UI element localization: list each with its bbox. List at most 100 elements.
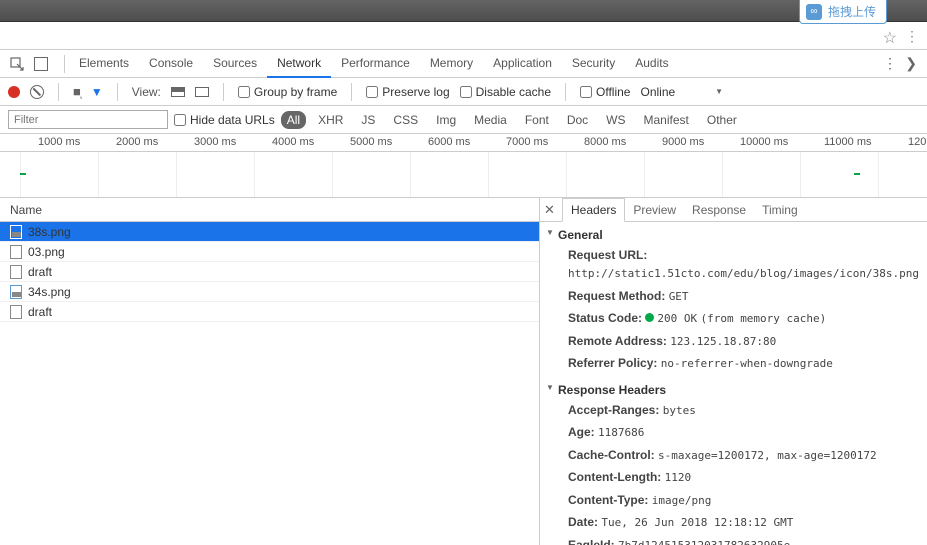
browser-menu-icon[interactable]: ⋮ <box>905 28 919 45</box>
tab-audits[interactable]: Audits <box>625 50 678 78</box>
detail-tab-response[interactable]: Response <box>684 199 754 221</box>
filter-row: Hide data URLs All XHR JS CSS Img Media … <box>0 106 927 134</box>
timeline-ruler[interactable]: 1000 ms 2000 ms 3000 ms 4000 ms 5000 ms … <box>0 134 927 152</box>
upload-badge[interactable]: ∞ 拖拽上传 <box>799 0 887 24</box>
hide-data-urls-checkbox[interactable]: Hide data URLs <box>174 113 275 127</box>
filter-ws[interactable]: WS <box>600 111 631 129</box>
general-section[interactable]: General <box>540 226 927 244</box>
preserve-log-checkbox[interactable]: Preserve log <box>366 85 449 99</box>
separator <box>565 83 566 101</box>
inspect-icon[interactable] <box>8 55 26 73</box>
upload-badge-text: 拖拽上传 <box>828 3 876 20</box>
detail-tab-timing[interactable]: Timing <box>754 199 806 221</box>
address-bar-area <box>0 22 927 50</box>
throttling-select[interactable]: Online <box>640 85 675 99</box>
tab-network[interactable]: Network <box>267 50 331 78</box>
filter-manifest[interactable]: Manifest <box>638 111 695 129</box>
tick: 9000 ms <box>662 136 704 148</box>
filter-input[interactable] <box>8 110 168 129</box>
response-header-item: Age: 1187686 <box>540 421 927 444</box>
filter-doc[interactable]: Doc <box>561 111 594 129</box>
filter-css[interactable]: CSS <box>387 111 424 129</box>
filter-icon[interactable]: ▼ <box>91 85 103 99</box>
file-icon <box>10 265 22 279</box>
tick: 5000 ms <box>350 136 392 148</box>
devtools-tabs: Elements Console Sources Network Perform… <box>0 50 927 78</box>
bookmark-star-icon[interactable]: ☆ <box>883 28 897 48</box>
filter-other[interactable]: Other <box>701 111 743 129</box>
tab-performance[interactable]: Performance <box>331 50 420 78</box>
browser-chrome <box>0 0 927 22</box>
clear-button[interactable] <box>30 85 44 99</box>
more-tabs-icon[interactable]: ❯ <box>905 55 917 72</box>
tick: 1000 ms <box>38 136 80 148</box>
separator <box>351 83 352 101</box>
detail-pane: ✕ Headers Preview Response Timing Genera… <box>540 198 927 545</box>
filter-img[interactable]: Img <box>430 111 462 129</box>
response-header-item: Accept-Ranges: bytes <box>540 399 927 422</box>
file-icon <box>10 225 22 239</box>
tab-sources[interactable]: Sources <box>203 50 267 78</box>
cloud-icon: ∞ <box>806 4 822 20</box>
view-label: View: <box>132 85 161 99</box>
group-by-frame-checkbox[interactable]: Group by frame <box>238 85 337 99</box>
headers-content: General Request URL: http://static1.51ct… <box>540 222 927 545</box>
separator <box>223 83 224 101</box>
response-header-item: Content-Type: image/png <box>540 489 927 512</box>
response-headers-section[interactable]: Response Headers <box>540 381 927 399</box>
tick: 10000 ms <box>740 136 788 148</box>
tab-console[interactable]: Console <box>139 50 203 78</box>
tick: 3000 ms <box>194 136 236 148</box>
detail-tab-headers[interactable]: Headers <box>562 198 625 222</box>
close-icon[interactable]: ✕ <box>544 202 555 218</box>
detail-tabs: Headers Preview Response Timing <box>540 198 927 222</box>
filter-xhr[interactable]: XHR <box>312 111 349 129</box>
tab-application[interactable]: Application <box>483 50 562 78</box>
capture-screenshots-icon[interactable]: ■ͅ <box>73 84 81 99</box>
file-icon <box>10 285 22 299</box>
large-rows-icon[interactable] <box>171 87 185 97</box>
request-row[interactable]: 38s.png <box>0 222 539 242</box>
disable-cache-checkbox[interactable]: Disable cache <box>460 85 551 99</box>
response-header-item: EagleId: 7b7d124515312031782632905e <box>540 534 927 545</box>
request-list: Name 38s.png 03.png draft 34s.png draft <box>0 198 540 545</box>
request-mark <box>854 173 860 175</box>
remote-address: Remote Address: 123.125.18.87:80 <box>540 330 927 353</box>
request-url: Request URL: http://static1.51cto.com/ed… <box>540 244 927 285</box>
main-area: Name 38s.png 03.png draft 34s.png draft … <box>0 198 927 545</box>
tick: 2000 ms <box>116 136 158 148</box>
response-header-item: Content-Length: 1120 <box>540 466 927 489</box>
record-button[interactable] <box>8 86 20 98</box>
tab-elements[interactable]: Elements <box>69 50 139 78</box>
name-column-header[interactable]: Name <box>0 198 539 222</box>
filter-js[interactable]: JS <box>355 111 381 129</box>
response-header-item: Cache-Control: s-maxage=1200172, max-age… <box>540 444 927 467</box>
request-row[interactable]: 03.png <box>0 242 539 262</box>
device-toggle-icon[interactable] <box>34 57 48 71</box>
separator <box>64 55 65 73</box>
response-header-item: Date: Tue, 26 Jun 2018 12:18:12 GMT <box>540 511 927 534</box>
tab-security[interactable]: Security <box>562 50 625 78</box>
request-mark <box>20 173 26 175</box>
network-toolbar: ■ͅ ▼ View: Group by frame Preserve log D… <box>0 78 927 106</box>
request-row[interactable]: 34s.png <box>0 282 539 302</box>
overview-chart[interactable] <box>0 152 927 198</box>
tab-memory[interactable]: Memory <box>420 50 483 78</box>
filter-all[interactable]: All <box>281 111 306 129</box>
kebab-menu-icon[interactable]: ⋮ <box>883 55 897 72</box>
file-icon <box>10 245 22 259</box>
request-row[interactable]: draft <box>0 302 539 322</box>
request-method: Request Method: GET <box>540 285 927 308</box>
tick: 11000 ms <box>824 136 872 148</box>
filter-media[interactable]: Media <box>468 111 513 129</box>
tick: 8000 ms <box>584 136 626 148</box>
separator <box>58 83 59 101</box>
request-row[interactable]: draft <box>0 262 539 282</box>
status-code: Status Code: 200 OK (from memory cache) <box>540 307 927 330</box>
tick: 4000 ms <box>272 136 314 148</box>
tick: 120 <box>908 136 926 148</box>
detail-tab-preview[interactable]: Preview <box>625 199 684 221</box>
filter-font[interactable]: Font <box>519 111 555 129</box>
overview-icon[interactable] <box>195 87 209 97</box>
offline-checkbox[interactable]: Offline <box>580 85 630 99</box>
